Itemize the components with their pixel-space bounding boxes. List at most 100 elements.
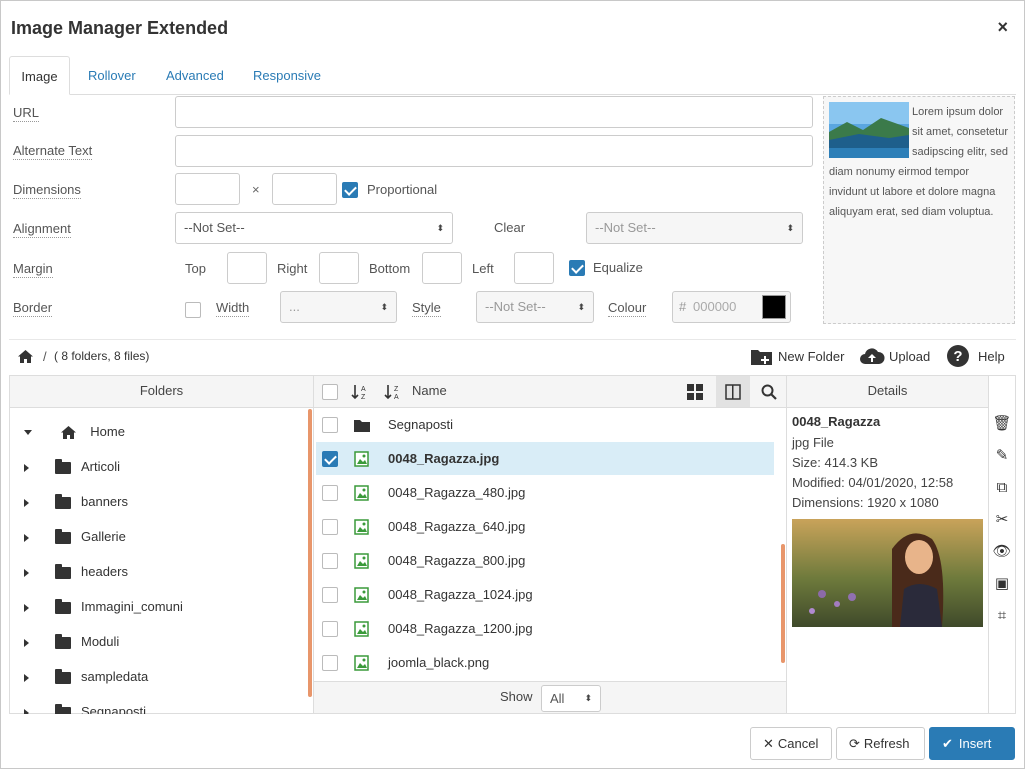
folder-tree-home[interactable]: Home xyxy=(24,422,125,442)
grid-view-icon[interactable] xyxy=(687,384,703,400)
file-name: Segnaposti xyxy=(388,417,454,432)
select-all-checkbox[interactable] xyxy=(322,384,338,400)
alt-text-input[interactable] xyxy=(175,135,813,167)
border-colour-placeholder: 000000 xyxy=(693,299,737,314)
clear-select[interactable]: --Not Set-- ⬍ xyxy=(586,212,803,244)
caret-down-icon[interactable] xyxy=(24,430,32,436)
help-icon: ? xyxy=(947,345,969,367)
file-list: Segnaposti 0048_Ragazza.jpg 0048_Ragazza_4… xyxy=(314,408,786,680)
proportional-checkbox[interactable] xyxy=(342,182,358,198)
row-checkbox[interactable] xyxy=(322,451,338,467)
width-input[interactable] xyxy=(175,173,240,205)
sort-alpha-desc-icon[interactable]: Z A xyxy=(384,383,402,401)
folder-tree-item[interactable]: banners xyxy=(24,492,128,512)
folder-tree-item[interactable]: headers xyxy=(24,562,128,582)
search-icon[interactable] xyxy=(761,384,777,400)
home-icon[interactable] xyxy=(17,349,34,364)
file-row[interactable]: joomla_black.png xyxy=(316,646,774,679)
caret-right-icon[interactable] xyxy=(24,673,29,682)
cloud-upload-icon xyxy=(860,348,885,364)
folder-tree-item[interactable]: Segnaposti xyxy=(24,702,146,714)
alignment-select[interactable]: --Not Set-- ⬍ xyxy=(175,212,453,244)
hash-icon: # xyxy=(679,299,687,314)
row-checkbox[interactable] xyxy=(322,553,338,569)
svg-text:A: A xyxy=(361,386,366,393)
refresh-button[interactable]: ⟳ Refresh xyxy=(836,727,925,760)
folder-tree-item[interactable]: Gallerie xyxy=(24,527,126,547)
caret-right-icon[interactable] xyxy=(24,463,29,472)
tab-responsive[interactable]: Responsive xyxy=(241,56,333,95)
alignment-value: --Not Set-- xyxy=(184,220,245,235)
name-column-header[interactable]: Name xyxy=(412,376,447,406)
close-icon[interactable]: × xyxy=(997,18,1008,36)
folder-tree-item[interactable]: Articoli xyxy=(24,457,120,477)
caret-right-icon[interactable] xyxy=(24,638,29,647)
cancel-label: Cancel xyxy=(777,736,819,751)
url-input[interactable] xyxy=(175,96,813,128)
file-row[interactable]: 0048_Ragazza_800.jpg xyxy=(316,544,774,577)
caret-right-icon[interactable] xyxy=(24,603,29,612)
folder-tree-item[interactable]: Moduli xyxy=(24,632,119,652)
select-arrows-icon: ⬍ xyxy=(380,302,388,312)
folder-icon xyxy=(55,598,71,614)
details-view-button[interactable] xyxy=(716,376,750,407)
margin-right-input[interactable] xyxy=(319,252,359,284)
row-checkbox[interactable] xyxy=(322,621,338,637)
file-row[interactable]: 0048_Ragazza_1200.jpg xyxy=(316,612,774,645)
tab-advanced[interactable]: Advanced xyxy=(154,56,236,95)
alignment-label: Alignment xyxy=(13,221,71,238)
files-scrollbar[interactable] xyxy=(781,544,785,663)
folder-row[interactable]: Segnaposti xyxy=(316,408,774,441)
row-checkbox[interactable] xyxy=(322,655,338,671)
border-width-value: ... xyxy=(289,299,300,314)
folders-scrollbar[interactable] xyxy=(308,409,312,697)
image-file-icon xyxy=(354,519,369,535)
files-footer: Show All ⬍ xyxy=(314,681,786,713)
tab-rollover[interactable]: Rollover xyxy=(76,56,148,95)
row-checkbox[interactable] xyxy=(322,417,338,433)
margin-bottom-input[interactable] xyxy=(422,252,462,284)
folder-tree-item[interactable]: sampledata xyxy=(24,667,148,687)
cancel-button[interactable]: ✕ Cancel xyxy=(750,727,832,760)
border-checkbox[interactable] xyxy=(185,302,201,318)
details-size: Size: 414.3 KB xyxy=(792,455,878,470)
caret-right-icon[interactable] xyxy=(24,533,29,542)
file-row[interactable]: 0048_Ragazza_480.jpg xyxy=(316,476,774,509)
caret-right-icon[interactable] xyxy=(24,708,29,714)
file-row[interactable]: 0048_Ragazza_1024.jpg xyxy=(316,578,774,611)
tab-image[interactable]: Image xyxy=(9,56,70,95)
height-input[interactable] xyxy=(272,173,337,205)
margin-left-label: Left xyxy=(472,261,494,276)
file-name: 0048_Ragazza_480.jpg xyxy=(388,485,526,500)
margin-top-input[interactable] xyxy=(227,252,267,284)
sort-alpha-asc-icon[interactable]: A Z xyxy=(351,383,369,401)
row-checkbox[interactable] xyxy=(322,485,338,501)
margin-left-input[interactable] xyxy=(514,252,554,284)
dimensions-separator: × xyxy=(252,182,260,197)
equalize-checkbox[interactable] xyxy=(569,260,585,276)
caret-right-icon[interactable] xyxy=(24,568,29,577)
file-row[interactable]: 0048_Ragazza_640.jpg xyxy=(316,510,774,543)
border-colour-input[interactable]: # 000000 xyxy=(672,291,791,323)
preview-thumbnail xyxy=(829,102,909,158)
row-checkbox[interactable] xyxy=(322,519,338,535)
folder-tree-item[interactable]: Immagini_comuni xyxy=(24,597,183,617)
border-width-select[interactable]: ... ⬍ xyxy=(280,291,397,323)
folder-label: headers xyxy=(81,564,128,579)
border-style-select[interactable]: --Not Set-- ⬍ xyxy=(476,291,594,323)
select-arrows-icon: ⬍ xyxy=(584,693,592,703)
details-thumbnail xyxy=(792,519,983,627)
image-file-icon xyxy=(354,621,369,637)
row-checkbox[interactable] xyxy=(322,587,338,603)
equalize-label: Equalize xyxy=(593,260,643,275)
caret-right-icon[interactable] xyxy=(24,498,29,507)
insert-button[interactable]: ✔ Insert xyxy=(929,727,1015,760)
dialog-header: Image Manager Extended × xyxy=(1,1,1024,56)
show-select[interactable]: All ⬍ xyxy=(541,685,601,712)
file-row[interactable]: 0048_Ragazza.jpg xyxy=(316,442,774,475)
folder-icon xyxy=(55,668,71,684)
border-width-label: Width xyxy=(216,300,250,317)
show-label: Show xyxy=(500,689,533,704)
folders-panel: Folders Home Articoli banners Gallerie h… xyxy=(9,375,314,714)
colour-swatch[interactable] xyxy=(762,295,786,319)
